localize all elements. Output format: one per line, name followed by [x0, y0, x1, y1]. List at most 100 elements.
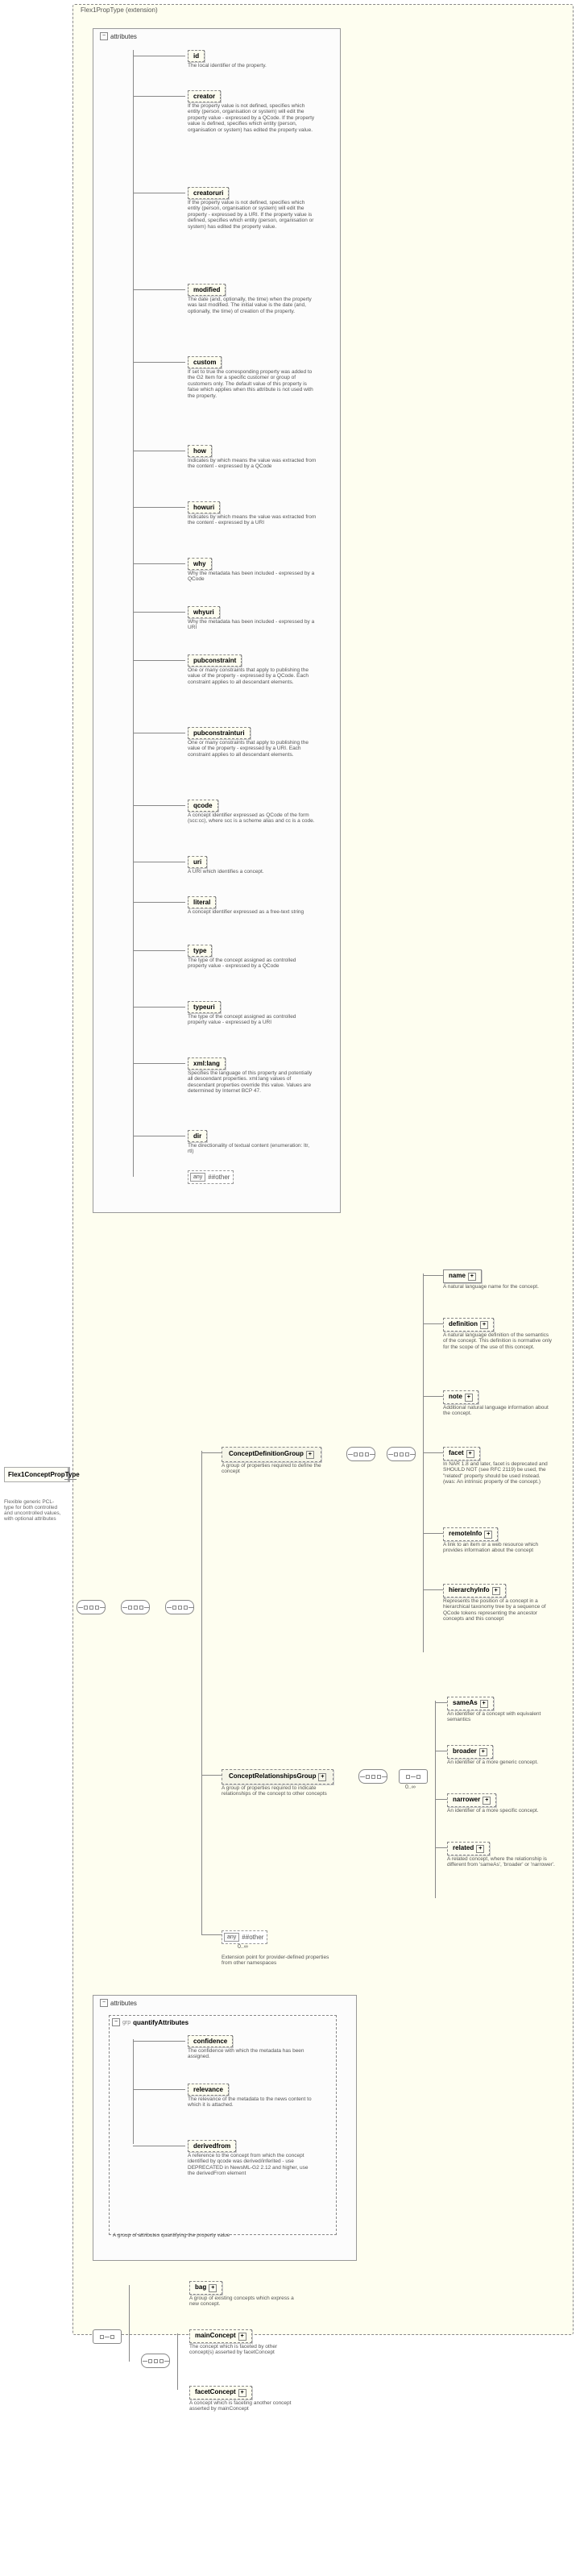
elem-name: name+: [443, 1269, 482, 1283]
elem-desc-related: A related concept, where the relationshi…: [447, 1856, 556, 1868]
attr-id: id: [188, 50, 205, 62]
expand-icon[interactable]: +: [480, 1700, 488, 1708]
quantify-group-name: quantifyAttributes: [133, 2019, 188, 2026]
any-other-attr: any##other: [188, 1170, 234, 1184]
sequence-connector: [77, 1600, 106, 1614]
hline: [423, 1275, 443, 1276]
attr-dir: dir: [188, 1130, 207, 1142]
attr-typeuri: typeuri: [188, 1001, 221, 1013]
connector-line: [64, 1479, 77, 1480]
elem-desc-definition: A natural language definition of the sem…: [443, 1332, 552, 1350]
attr-desc-creator: If the property value is not defined, sp…: [188, 103, 317, 133]
attr-desc-pubconstraint: One or many constraints that apply to pu…: [188, 667, 317, 685]
attr-desc-why: Why the metadata has been included - exp…: [188, 571, 317, 583]
hline: [435, 1799, 447, 1800]
attr-desc-qcode: A concept identifier expressed as QCode …: [188, 812, 317, 825]
hline: [423, 1452, 443, 1453]
attr-vline: [133, 50, 134, 1177]
expand-icon[interactable]: +: [492, 1587, 500, 1595]
expand-icon[interactable]: +: [476, 1845, 484, 1853]
expand-icon[interactable]: +: [209, 2284, 217, 2292]
choice-bottom: [93, 2329, 122, 2344]
hline: [423, 1323, 443, 1324]
elem-narrower: narrower+: [447, 1793, 496, 1807]
hline: [133, 660, 185, 661]
expand-icon[interactable]: +: [480, 1321, 488, 1329]
elem-desc-sameAs: An identifier of a concept with equivale…: [447, 1711, 556, 1723]
attr-desc-modified: The date (and, optionally, the time) whe…: [188, 297, 317, 314]
attributes-label: attributes: [110, 33, 137, 40]
expand-icon[interactable]: +: [468, 1273, 476, 1281]
elem-desc-facet: In NAR 1.8 and later, facet is deprecate…: [443, 1461, 552, 1485]
bottom-vline1: [129, 2285, 130, 2362]
elem-desc-narrower: An identifier of a more specific concept…: [447, 1808, 556, 1814]
attr-modified: modified: [188, 284, 226, 296]
attr-uri: uri: [188, 856, 207, 868]
concept-def-group-desc: A group of properties required to define…: [222, 1463, 330, 1475]
qattr-confidence: confidence: [188, 2035, 233, 2047]
attr-why: why: [188, 558, 212, 570]
hline: [435, 1847, 447, 1848]
expand-icon[interactable]: +: [479, 1748, 487, 1756]
elem-note: note+: [443, 1390, 478, 1404]
attr-pubconstrainturi: pubconstrainturi: [188, 727, 251, 739]
root-type-box: Flex1ConceptPropType: [4, 1467, 70, 1482]
attr-creator: creator: [188, 90, 221, 102]
elem-sameAs: sameAs+: [447, 1697, 494, 1710]
expand-icon[interactable]: +: [484, 1531, 492, 1539]
attr-desc-howuri: Indicates by which means the value was e…: [188, 514, 317, 526]
attr-creatoruri: creatoruri: [188, 187, 229, 199]
attr-whyuri: whyuri: [188, 606, 220, 618]
expand-icon[interactable]: +: [306, 1451, 314, 1459]
hline: [133, 507, 185, 508]
expand-icon[interactable]: +: [466, 1450, 474, 1458]
seq-bottom: [141, 2354, 170, 2368]
attr-custom: custom: [188, 356, 222, 368]
seq-def: [346, 1447, 375, 1461]
elem-hierarchyInfo: hierarchyInfo+: [443, 1584, 506, 1598]
attr-desc-creatoruri: If the property value is not defined, sp…: [188, 200, 317, 230]
attr-desc-literal: A concept identifier expressed as a free…: [188, 909, 317, 915]
expand-icon[interactable]: +: [465, 1394, 473, 1402]
collapse-icon[interactable]: −: [100, 1999, 108, 2007]
elem-desc-hierarchyInfo: Represents the position of a concept in …: [443, 1598, 552, 1622]
attr-desc-xml:lang: Specifies the language of this property …: [188, 1070, 317, 1095]
expand-icon[interactable]: +: [238, 2389, 246, 2397]
root-type-name: Flex1ConceptPropType: [8, 1471, 80, 1478]
sequence-connector-3: [165, 1600, 194, 1614]
hline: [133, 96, 185, 97]
expand-icon[interactable]: +: [483, 1797, 491, 1805]
qattr-desc-relevance: The relevance of the metadata to the new…: [188, 2096, 317, 2109]
attributes-label-2: attributes: [110, 2000, 137, 2007]
concept-rel-group: ConceptRelationshipsGroup+: [222, 1769, 333, 1785]
qattr-desc-confidence: The confidence with which the metadata h…: [188, 2048, 317, 2060]
expand-icon[interactable]: +: [318, 1773, 326, 1781]
card-any: 0..∞: [238, 1944, 248, 1950]
elem-desc-remoteInfo: A link to an item or a web resource whic…: [443, 1542, 552, 1554]
concept-rel-group-name: ConceptRelationshipsGroup: [229, 1772, 316, 1780]
hline: [133, 289, 185, 290]
elem-related: related+: [447, 1842, 490, 1855]
hline: [423, 1589, 443, 1590]
hline: [133, 902, 185, 903]
attr-desc-whyuri: Why the metadata has been included - exp…: [188, 619, 317, 631]
collapse-icon[interactable]: −: [100, 32, 108, 40]
elem-broader: broader+: [447, 1745, 493, 1759]
expand-icon[interactable]: +: [238, 2333, 246, 2341]
elem-mainConcept: mainConcept+: [189, 2329, 252, 2343]
hline: [133, 805, 185, 806]
elem-bag: bag+: [189, 2281, 222, 2295]
rel-vline: [435, 1701, 436, 1898]
collapse-icon[interactable]: −: [112, 2018, 120, 2026]
attr-desc-uri: A URI which identifies a concept.: [188, 869, 317, 875]
hline: [133, 362, 185, 363]
attr-type: type: [188, 945, 212, 957]
def-vline: [423, 1273, 424, 1652]
quantify-group-desc: A group of attributes quantifying the pr…: [113, 2233, 322, 2238]
elem-remoteInfo: remoteInfo+: [443, 1527, 498, 1541]
attr-desc-pubconstrainturi: One or many constraints that apply to pu…: [188, 740, 317, 758]
attr-literal: literal: [188, 896, 216, 908]
elem-desc-note: Additional natural language information …: [443, 1405, 552, 1417]
elem-definition: definition+: [443, 1318, 494, 1332]
elem-facetConcept: facetConcept+: [189, 2386, 252, 2399]
